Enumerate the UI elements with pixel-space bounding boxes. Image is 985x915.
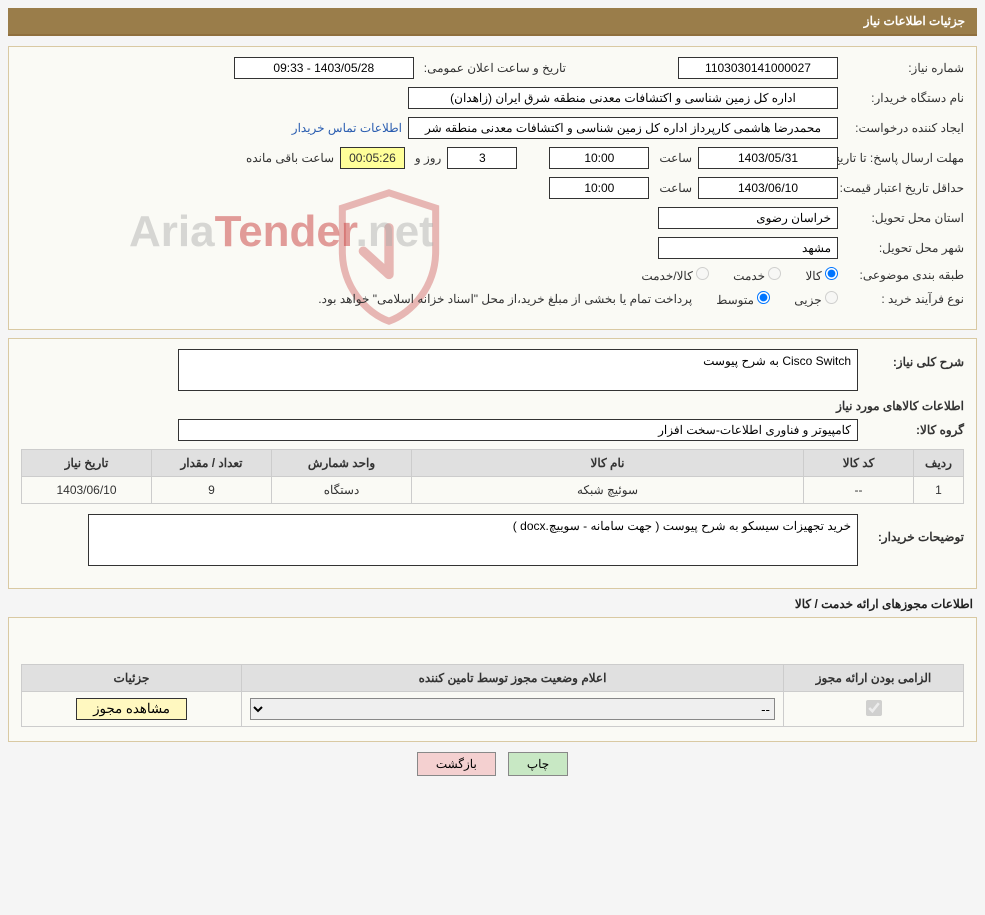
licenses-row: -- مشاهده مجوز [22,692,964,727]
pt-small-option[interactable]: جزیی [794,291,838,307]
pt-medium-text: متوسط [716,293,754,307]
buyer-notes-textarea[interactable] [88,514,858,566]
licenses-heading: اطلاعات مجوزهای ارائه خدمت / کالا [8,597,977,611]
price-valid-time-field[interactable] [549,177,649,199]
page-header: جزئیات اطلاعات نیاز [8,8,977,34]
pt-small-radio[interactable] [825,291,838,304]
lic-status-cell: -- [242,692,784,727]
price-valid-date-field[interactable] [698,177,838,199]
pt-small-text: جزیی [794,293,821,307]
action-buttons-row: چاپ بازگشت [8,752,977,776]
row-city: شهر محل تحویل: [21,237,964,259]
summary-textarea[interactable] [178,349,858,391]
goods-table: ردیف کد کالا نام کالا واحد شمارش تعداد /… [21,449,964,504]
buyer-org-field[interactable] [408,87,838,109]
need-no-field[interactable] [678,57,838,79]
cat-service-text: خدمت [733,269,765,283]
province-field[interactable] [658,207,838,229]
lic-mandatory-cell [784,692,964,727]
view-license-button[interactable]: مشاهده مجوز [76,698,187,720]
cat-goodsservice-text: کالا/خدمت [641,269,692,283]
col-code: کد کالا [804,450,914,477]
col-row: ردیف [914,450,964,477]
licenses-header-row: الزامی بودن ارائه مجوز اعلام وضعیت مجوز … [22,665,964,692]
cat-service-option[interactable]: خدمت [733,267,781,283]
lic-mandatory-checkbox [866,700,882,716]
category-label: طبقه بندی موضوعی: [844,268,964,282]
payment-note: پرداخت تمام یا بخشی از مبلغ خرید،از محل … [318,292,692,306]
cat-goods-text: کالا [805,269,821,283]
cell-qty: 9 [152,477,272,504]
group-label: گروه کالا: [864,423,964,437]
header-underline [8,34,977,36]
need-info-section: AriaTender.net شماره نیاز: تاریخ و ساعت … [8,46,977,330]
row-category: طبقه بندی موضوعی: کالا خدمت کالا/خدمت [21,267,964,283]
row-requester: ایجاد کننده درخواست: اطلاعات تماس خریدار [21,117,964,139]
lic-details-cell: مشاهده مجوز [22,692,242,727]
summary-label: شرح کلی نیاز: [864,349,964,369]
table-row: 1 -- سوئیچ شبکه دستگاه 9 1403/06/10 [22,477,964,504]
cat-service-radio[interactable] [768,267,781,280]
days-word: روز و [411,151,442,165]
col-qty: تعداد / مقدار [152,450,272,477]
city-label: شهر محل تحویل: [844,241,964,255]
cat-goods-option[interactable]: کالا [805,267,838,283]
need-no-label: شماره نیاز: [844,61,964,75]
requester-field[interactable] [408,117,838,139]
remaining-label: ساعت باقی مانده [242,151,334,165]
announce-dt-field[interactable] [234,57,414,79]
row-province: استان محل تحویل: [21,207,964,229]
time-label-2: ساعت [655,181,692,195]
buyer-contact-link[interactable]: اطلاعات تماس خریدار [292,121,402,135]
row-purchase-type: نوع فرآیند خرید : جزیی متوسط پرداخت تمام… [21,291,964,307]
row-buyer-notes: توضیحات خریدار: [21,514,964,566]
requester-label: ایجاد کننده درخواست: [844,121,964,135]
pt-medium-radio[interactable] [757,291,770,304]
cat-goods-radio[interactable] [825,267,838,280]
need-description-section: شرح کلی نیاز: اطلاعات کالاهای مورد نیاز … [8,338,977,589]
row-price-validity: حداقل تاریخ اعتبار قیمت: تا تاریخ: ساعت [21,177,964,199]
row-buyer-org: نام دستگاه خریدار: [21,87,964,109]
goods-info-heading: اطلاعات کالاهای مورد نیاز [21,399,964,413]
deadline-time-field[interactable] [549,147,649,169]
deadline-date-field[interactable] [698,147,838,169]
back-button[interactable]: بازگشت [417,752,496,776]
countdown-timer: 00:05:26 [340,147,405,169]
cat-goodsservice-radio[interactable] [696,267,709,280]
lic-col-details: جزئیات [22,665,242,692]
buyer-notes-label: توضیحات خریدار: [864,514,964,544]
city-field[interactable] [658,237,838,259]
province-label: استان محل تحویل: [844,211,964,225]
row-summary: شرح کلی نیاز: [21,349,964,391]
announce-dt-label: تاریخ و ساعت اعلان عمومی: [420,61,566,75]
licenses-section: الزامی بودن ارائه مجوز اعلام وضعیت مجوز … [8,617,977,742]
time-label-1: ساعت [655,151,692,165]
pt-medium-option[interactable]: متوسط [716,291,770,307]
days-remaining-field[interactable] [447,147,517,169]
buyer-org-label: نام دستگاه خریدار: [844,91,964,105]
cat-goodsservice-option[interactable]: کالا/خدمت [641,267,709,283]
cell-need-date: 1403/06/10 [22,477,152,504]
row-need-no: شماره نیاز: تاریخ و ساعت اعلان عمومی: [21,57,964,79]
col-unit: واحد شمارش [272,450,412,477]
goods-table-header-row: ردیف کد کالا نام کالا واحد شمارش تعداد /… [22,450,964,477]
licenses-table: الزامی بودن ارائه مجوز اعلام وضعیت مجوز … [21,664,964,727]
cell-name: سوئیچ شبکه [412,477,804,504]
cell-row: 1 [914,477,964,504]
print-button[interactable]: چاپ [508,752,568,776]
page-title: جزئیات اطلاعات نیاز [864,14,965,28]
row-goods-group: گروه کالا: [21,419,964,441]
lic-col-status: اعلام وضعیت مجوز توسط تامین کننده [242,665,784,692]
col-name: نام کالا [412,450,804,477]
cell-code: -- [804,477,914,504]
purchase-type-label: نوع فرآیند خرید : [844,292,964,306]
cell-unit: دستگاه [272,477,412,504]
col-need-date: تاریخ نیاز [22,450,152,477]
lic-status-select[interactable]: -- [250,698,775,720]
deadline-label: مهلت ارسال پاسخ: تا تاریخ: [844,151,964,165]
group-field[interactable] [178,419,858,441]
lic-col-mandatory: الزامی بودن ارائه مجوز [784,665,964,692]
row-deadline: مهلت ارسال پاسخ: تا تاریخ: ساعت روز و 00… [21,147,964,169]
price-valid-label: حداقل تاریخ اعتبار قیمت: تا تاریخ: [844,181,964,195]
